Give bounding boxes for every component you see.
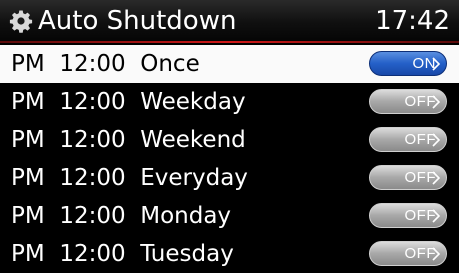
schedule-row-monday[interactable]: PM 12:00 Monday OFF [0, 197, 459, 235]
title-bar: Auto Shutdown 17:42 [0, 0, 459, 41]
schedule-row-everyday[interactable]: PM 12:00 Everyday OFF [0, 159, 459, 197]
header-divider [0, 41, 459, 43]
schedule-toggle[interactable]: ON [369, 51, 447, 76]
schedule-toggle[interactable]: OFF [369, 89, 447, 114]
schedule-label: PM 12:00 Tuesday [11, 241, 234, 267]
page-title: Auto Shutdown [38, 6, 237, 36]
gear-icon [9, 10, 33, 33]
chevron-right-icon [432, 247, 441, 261]
toggle-label: OFF [404, 93, 436, 110]
chevron-right-icon [432, 209, 441, 223]
chevron-right-icon [432, 171, 441, 185]
schedule-toggle[interactable]: OFF [369, 165, 447, 190]
toggle-label: ON [412, 55, 436, 72]
chevron-right-icon [432, 57, 441, 71]
screen: Auto Shutdown 17:42 PM 12:00 Once ON PM … [0, 0, 459, 273]
chevron-right-icon [432, 133, 441, 147]
schedule-label: PM 12:00 Weekend [11, 127, 246, 153]
toggle-label: OFF [404, 169, 436, 186]
schedule-row-weekend[interactable]: PM 12:00 Weekend OFF [0, 121, 459, 159]
schedule-label: PM 12:00 Everyday [11, 165, 248, 191]
toggle-label: OFF [404, 207, 436, 224]
chevron-right-icon [432, 95, 441, 109]
schedule-toggle[interactable]: OFF [369, 203, 447, 228]
schedule-row-weekday[interactable]: PM 12:00 Weekday OFF [0, 83, 459, 121]
schedule-row-once[interactable]: PM 12:00 Once ON [0, 45, 459, 83]
toggle-label: OFF [404, 245, 436, 262]
schedule-toggle[interactable]: OFF [369, 127, 447, 152]
clock: 17:42 [375, 6, 450, 36]
schedule-label: PM 12:00 Weekday [11, 89, 246, 115]
schedule-row-tuesday[interactable]: PM 12:00 Tuesday OFF [0, 235, 459, 273]
schedule-label: PM 12:00 Once [11, 51, 200, 77]
toggle-label: OFF [404, 131, 436, 148]
schedule-toggle[interactable]: OFF [369, 241, 447, 266]
schedule-label: PM 12:00 Monday [11, 203, 232, 229]
